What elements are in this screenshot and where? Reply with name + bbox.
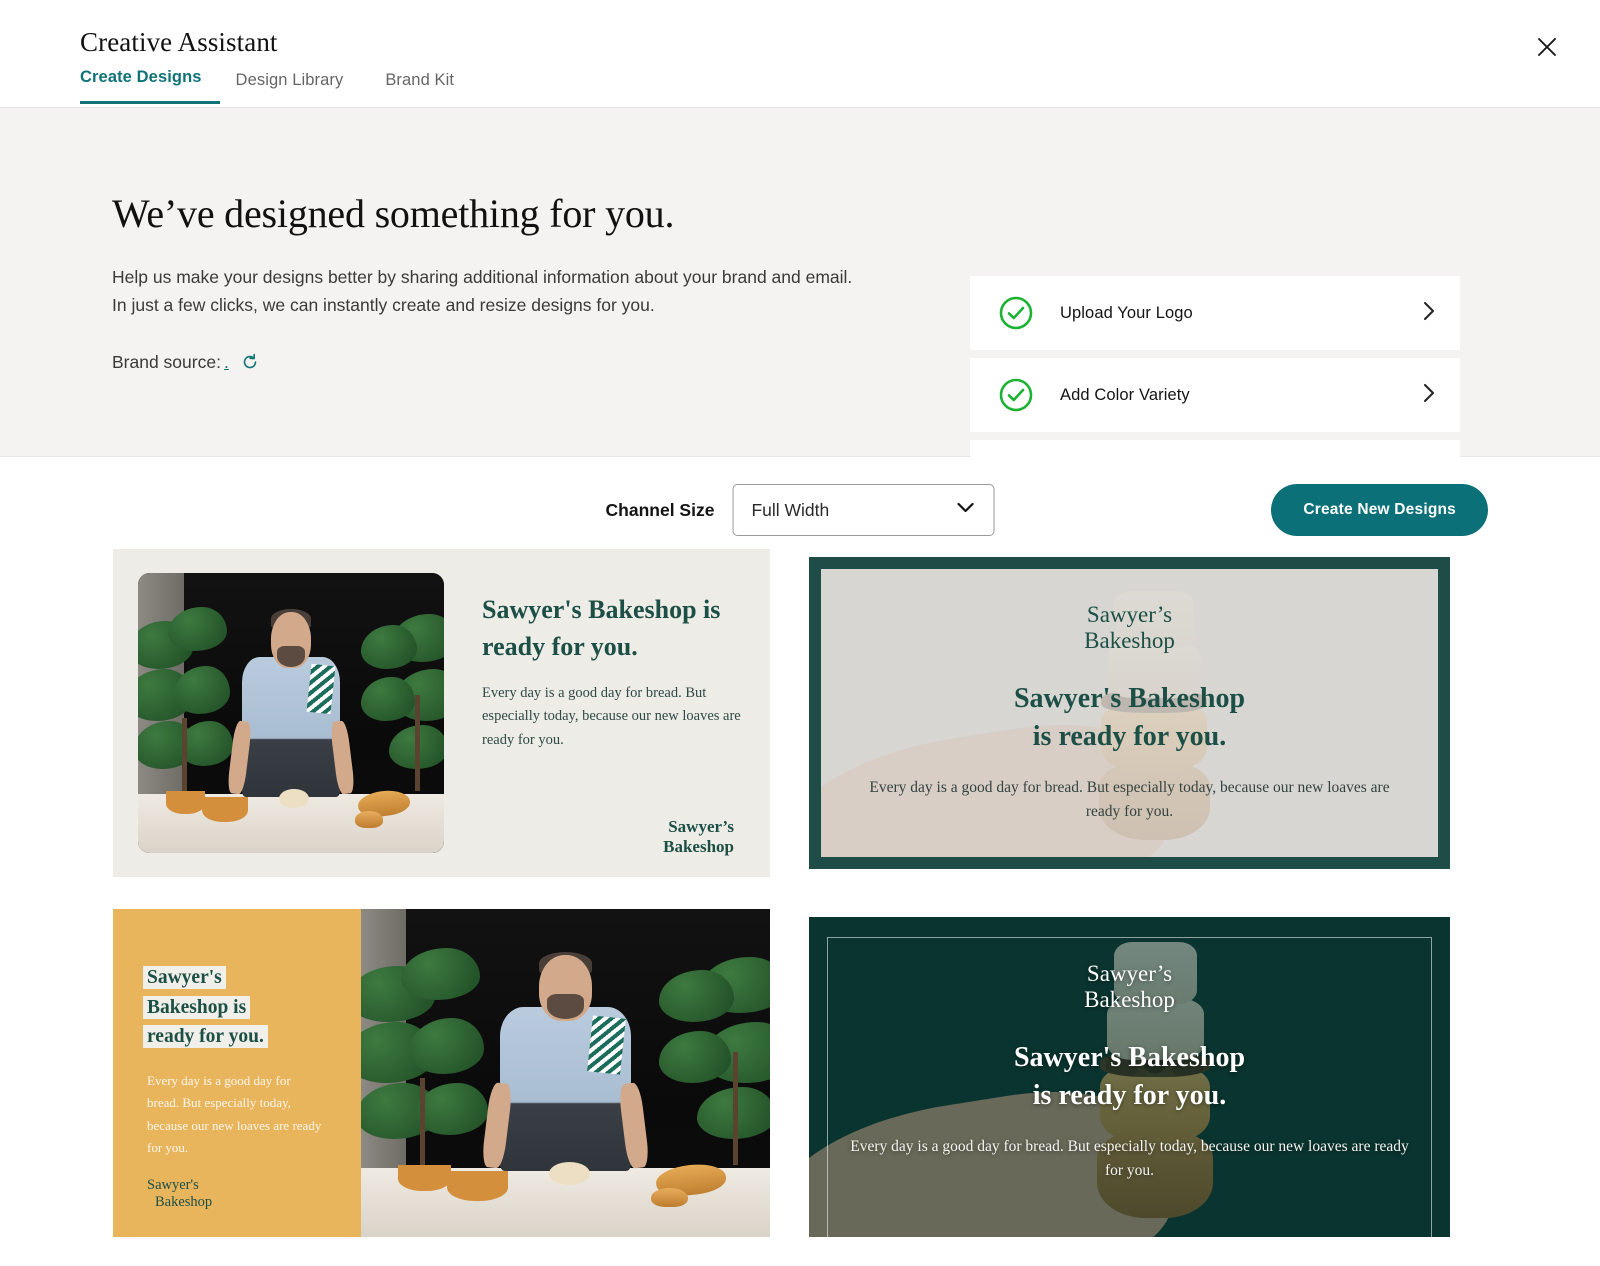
design-card-1-copy: Sawyer's Bakeshop is ready for you. Ever… bbox=[444, 549, 770, 877]
check-circle-icon bbox=[998, 377, 1034, 413]
channel-size-value: Full Width bbox=[751, 499, 830, 520]
chevron-down-icon bbox=[955, 501, 975, 519]
channel-size-control: Channel Size Full Width bbox=[606, 484, 995, 536]
design-headline: Sawyer's Bakeshop is ready for you. bbox=[482, 595, 721, 662]
brand-source-value-link[interactable]: . bbox=[224, 352, 230, 373]
hand-holding-pastry-stack-photo-faded: Sawyer’s Bakeshop Sawyer's Bakeshop is r… bbox=[821, 569, 1438, 857]
checklist-item-label: Add Color Variety bbox=[1060, 385, 1190, 404]
design-headline-line1: Sawyer's Bakeshop bbox=[1013, 1042, 1246, 1074]
design-headline-line2: Bakeshop is bbox=[147, 995, 247, 1019]
tab-design-library[interactable]: Design Library bbox=[220, 71, 370, 104]
design-headline: Sawyer's Bakeshop is ready for you. bbox=[147, 963, 361, 1052]
brand-logo-text: Sawyer's Bakeshop bbox=[147, 1177, 361, 1211]
design-body: Every day is a good day for bread. But e… bbox=[869, 779, 1390, 821]
chevron-right-icon[interactable] bbox=[1422, 382, 1436, 409]
hand-holding-pastry-stack-photo: Sawyer’s Bakeshop Sawyer's Bakeshop is r… bbox=[809, 917, 1450, 1237]
design-headline-line2: is ready for you. bbox=[1032, 1080, 1227, 1112]
app-header: Creative Assistant Create Designs Design… bbox=[0, 0, 1600, 108]
refresh-icon[interactable] bbox=[240, 352, 260, 372]
checklist-item-upload-your-logo[interactable]: Upload Your Logo bbox=[970, 276, 1460, 350]
brand-logo-line1: Sawyer's bbox=[147, 1176, 199, 1193]
brand-logo-line2: Bakeshop bbox=[1084, 628, 1175, 654]
design-headline: Sawyer's Bakeshop is ready for you. bbox=[1014, 680, 1245, 756]
checklist-item-label: Upload Your Logo bbox=[1060, 303, 1193, 322]
chevron-right-icon[interactable] bbox=[1422, 300, 1436, 327]
page-title: Creative Assistant bbox=[80, 27, 278, 57]
hero-copy: We’ve designed something for you. Help u… bbox=[112, 190, 872, 373]
channel-size-select[interactable]: Full Width bbox=[732, 484, 995, 536]
hero-subtitle: Help us make your designs better by shar… bbox=[112, 267, 853, 316]
brand-source-row: Brand source: . bbox=[112, 352, 872, 373]
design-card-2[interactable]: Sawyer’s Bakeshop Sawyer's Bakeshop is r… bbox=[801, 549, 1458, 877]
design-card-3-copy: Sawyer's Bakeshop is ready for you. Ever… bbox=[113, 909, 361, 1237]
brand-source-label: Brand source: bbox=[112, 351, 221, 372]
channel-size-label: Channel Size bbox=[605, 499, 715, 520]
design-body: Every day is a good day for bread. But e… bbox=[850, 1138, 1409, 1180]
design-card-1[interactable]: Sawyer's Bakeshop is ready for you. Ever… bbox=[113, 549, 770, 877]
brand-logo-line1: Sawyer’s bbox=[1086, 601, 1173, 627]
check-circle-icon bbox=[998, 295, 1034, 331]
tab-create-designs[interactable]: Create Designs bbox=[80, 68, 220, 104]
hero-section: We’ve designed something for you. Help u… bbox=[0, 108, 1600, 514]
design-card-4[interactable]: Sawyer’s Bakeshop Sawyer's Bakeshop is r… bbox=[801, 909, 1458, 1237]
baker-standing-at-counter-photo bbox=[138, 573, 444, 853]
brand-logo-line2: Bakeshop bbox=[155, 1193, 213, 1210]
design-headline-line3: ready for you. bbox=[147, 1025, 264, 1049]
design-card-2-frame: Sawyer’s Bakeshop Sawyer's Bakeshop is r… bbox=[809, 557, 1450, 869]
design-results-grid: Sawyer's Bakeshop is ready for you. Ever… bbox=[113, 549, 1458, 1237]
design-headline-line1: Sawyer's bbox=[147, 966, 222, 989]
brand-logo-line1: Sawyer’s bbox=[1086, 960, 1173, 986]
brand-logo-line1: Sawyer’s bbox=[668, 816, 734, 836]
checklist-item-add-color-variety[interactable]: Add Color Variety bbox=[970, 358, 1460, 432]
brand-logo-line2: Bakeshop bbox=[1084, 987, 1175, 1013]
design-headline-line2: is ready for you. bbox=[1032, 721, 1227, 753]
brand-logo-line2: Bakeshop bbox=[663, 836, 734, 856]
brand-logo-text: Sawyer’s Bakeshop bbox=[482, 817, 744, 857]
tab-brand-kit[interactable]: Brand Kit bbox=[369, 71, 480, 104]
close-icon[interactable] bbox=[1530, 30, 1564, 64]
design-headline-line1: Sawyer's Bakeshop bbox=[1013, 683, 1246, 715]
design-body: Every day is a good day for bread. But e… bbox=[482, 684, 741, 748]
baker-standing-at-counter-photo bbox=[361, 909, 770, 1237]
design-body: Every day is a good day for bread. But e… bbox=[147, 1072, 322, 1155]
brand-logo-text: Sawyer’s Bakeshop bbox=[1084, 961, 1175, 1014]
design-card-3[interactable]: Sawyer's Bakeshop is ready for you. Ever… bbox=[113, 909, 770, 1237]
brand-logo-text: Sawyer’s Bakeshop bbox=[1084, 602, 1175, 655]
tab-bar: Create Designs Design Library Brand Kit bbox=[80, 68, 480, 104]
hero-title: We’ve designed something for you. bbox=[112, 191, 675, 236]
design-headline: Sawyer's Bakeshop is ready for you. bbox=[1014, 1039, 1245, 1115]
create-new-designs-button[interactable]: Create New Designs bbox=[1271, 484, 1488, 536]
